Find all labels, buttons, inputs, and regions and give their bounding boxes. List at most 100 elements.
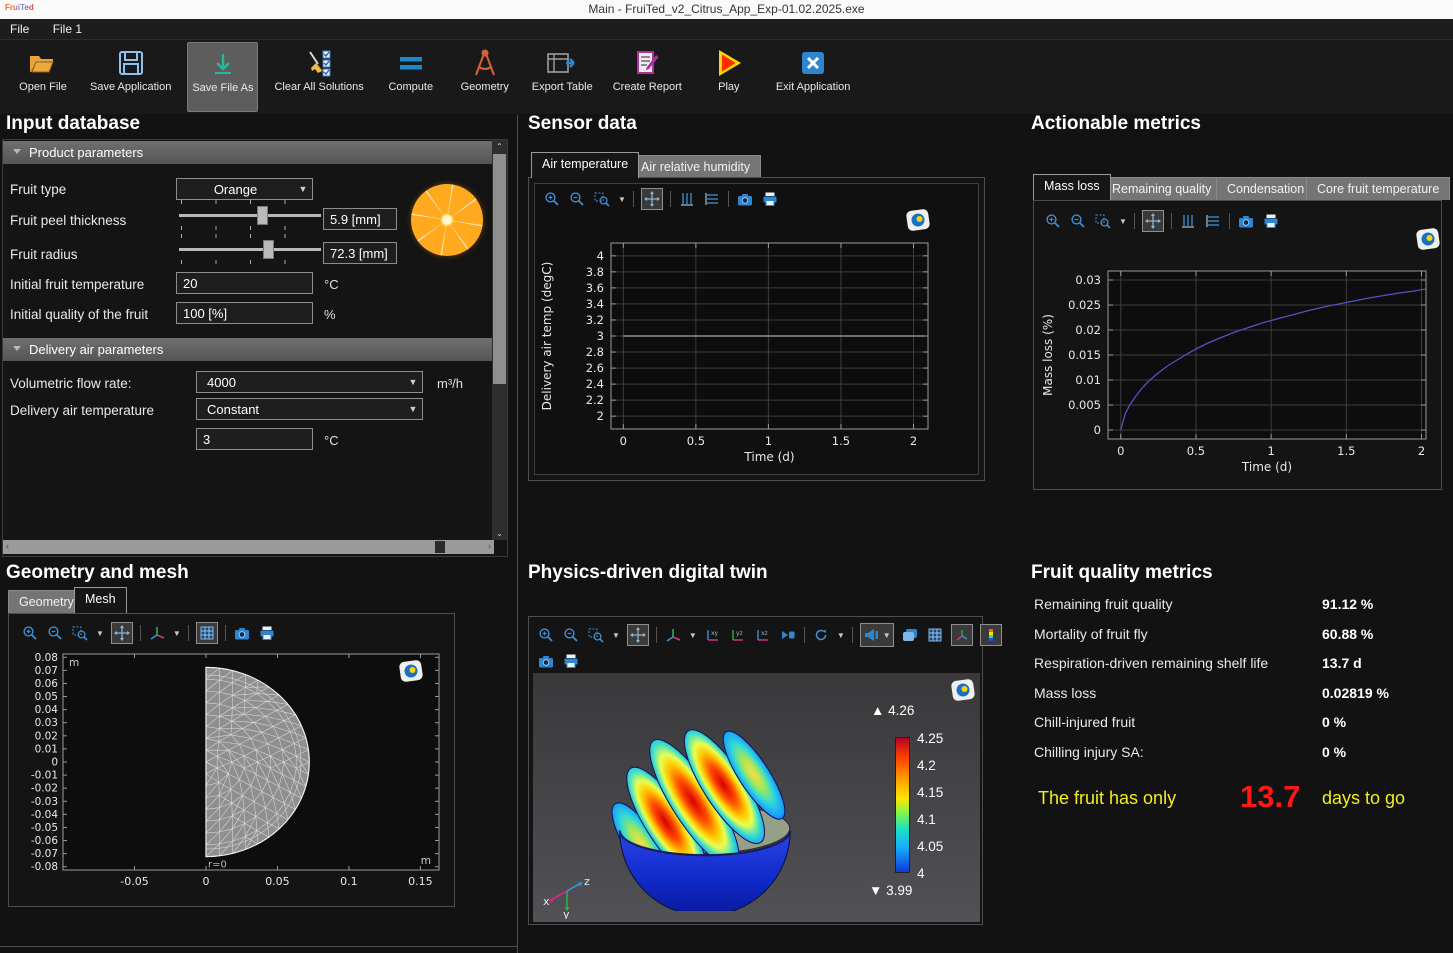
fruit-peel-thickness-slider[interactable]	[179, 200, 321, 230]
menu-file[interactable]: File	[0, 19, 39, 36]
scrollbar-thumb[interactable]	[435, 541, 445, 553]
printer-icon[interactable]	[1262, 212, 1280, 230]
camera-icon[interactable]	[1237, 212, 1255, 230]
perspective-icon[interactable]	[779, 626, 797, 644]
chevron-down-icon[interactable]: ▼	[173, 629, 181, 638]
tab-mesh[interactable]: Mesh	[74, 587, 127, 613]
zoom-box-icon[interactable]	[587, 626, 605, 644]
slider-thumb[interactable]	[257, 206, 268, 225]
alert-days-value: 13.7	[1240, 779, 1300, 815]
printer-icon[interactable]	[562, 652, 580, 670]
printer-icon[interactable]	[258, 624, 276, 642]
delivery-air-temp-value-input[interactable]	[196, 428, 313, 450]
vertical-scrollbar[interactable]: ⌃ ⌄	[492, 140, 507, 540]
svg-text:3.2: 3.2	[586, 313, 604, 327]
initial-fruit-temperature-input[interactable]	[176, 272, 313, 294]
zoom-extents-icon[interactable]	[627, 624, 649, 646]
scene-light-icon[interactable]	[901, 626, 919, 644]
camera-icon[interactable]	[736, 190, 754, 208]
twin-toolbar-row2	[537, 649, 580, 673]
chevron-down-icon[interactable]: ▼	[837, 631, 845, 640]
x-gridlines-icon[interactable]	[678, 190, 696, 208]
delivery-air-temperature-dropdown[interactable]: Constant ▼	[196, 398, 423, 420]
save-file-as-button[interactable]: Save File As	[187, 42, 258, 112]
section-delivery-air-parameters[interactable]: Delivery air parameters	[3, 338, 494, 361]
zoom-in-icon[interactable]	[537, 626, 555, 644]
svg-text:4: 4	[597, 249, 604, 263]
show-grid-icon[interactable]	[926, 626, 944, 644]
tab-core-fruit-temperature[interactable]: Core fruit temperature	[1306, 177, 1450, 200]
volumetric-flow-rate-value: 4000	[197, 375, 404, 390]
play-button[interactable]: Play	[698, 42, 760, 96]
chevron-down-icon[interactable]: ▼	[96, 629, 104, 638]
zoom-extents-icon[interactable]	[641, 188, 663, 210]
fruit-peel-thickness-value[interactable]: 5.9 [mm]	[323, 208, 397, 230]
zoom-box-icon[interactable]	[71, 624, 89, 642]
exit-application-button[interactable]: Exit Application	[772, 42, 855, 96]
tab-air-temperature[interactable]: Air temperature	[531, 152, 639, 178]
y-gridlines-icon[interactable]	[1204, 212, 1222, 230]
fruit-radius-slider[interactable]	[179, 234, 321, 264]
rotate-icon[interactable]	[812, 626, 830, 644]
horizontal-scrollbar[interactable]: ‹ ›	[3, 540, 494, 554]
printer-icon[interactable]	[761, 190, 779, 208]
section-product-parameters[interactable]: Product parameters	[3, 141, 494, 164]
actionable-metrics-panel: ▼ 00.511.5200.0050.010.0150.020.0250.03T…	[1033, 200, 1442, 490]
open-file-button[interactable]: Open File	[12, 42, 74, 96]
show-axes-icon[interactable]	[951, 624, 973, 646]
scroll-down-icon[interactable]: ⌄	[492, 529, 507, 538]
scroll-left-icon[interactable]: ‹	[6, 541, 9, 551]
tab-remaining-quality[interactable]: Remaining quality	[1101, 177, 1222, 200]
show-color-legend-icon[interactable]	[980, 624, 1002, 646]
fruit-type-dropdown[interactable]: Orange ▼	[176, 178, 313, 200]
x-gridlines-icon[interactable]	[1179, 212, 1197, 230]
chevron-down-icon[interactable]: ▼	[1119, 217, 1127, 226]
colorbar-tick: 4.1	[917, 812, 936, 827]
zoom-in-icon[interactable]	[21, 624, 39, 642]
initial-quality-input[interactable]	[176, 302, 313, 324]
camera-icon[interactable]	[233, 624, 251, 642]
clear-all-solutions-button[interactable]: Clear All Solutions	[270, 42, 367, 96]
tab-air-relative-humidity[interactable]: Air relative humidity	[630, 155, 761, 178]
axis-orientation-icon[interactable]	[148, 624, 166, 642]
chevron-down-icon[interactable]: ▼	[883, 631, 891, 640]
zoom-in-icon[interactable]	[543, 190, 561, 208]
tab-mass-loss[interactable]: Mass loss	[1033, 174, 1111, 200]
camera-icon[interactable]	[537, 652, 555, 670]
volumetric-flow-rate-dropdown[interactable]: 4000 ▼	[196, 371, 423, 393]
show-grid-icon[interactable]	[196, 622, 218, 644]
axis-orientation-icon[interactable]	[664, 626, 682, 644]
menu-file-1[interactable]: File 1	[43, 19, 92, 36]
view-xz-icon[interactable]: xz	[754, 626, 772, 644]
zoom-box-icon[interactable]	[1094, 212, 1112, 230]
view-yz-icon[interactable]: yz	[729, 626, 747, 644]
zoom-out-icon[interactable]	[1069, 212, 1087, 230]
zoom-extents-icon[interactable]	[111, 622, 133, 644]
zoom-out-icon[interactable]	[562, 626, 580, 644]
geometry-button[interactable]: Geometry	[454, 42, 516, 96]
scrollbar-thumb[interactable]	[493, 154, 506, 384]
create-report-button[interactable]: Create Report	[609, 42, 686, 96]
zoom-out-icon[interactable]	[46, 624, 64, 642]
go-to-default-view-icon[interactable]	[863, 626, 881, 644]
scroll-right-icon[interactable]: ›	[488, 541, 491, 551]
svg-text:-0.04: -0.04	[31, 809, 58, 821]
chevron-down-icon[interactable]: ▼	[689, 631, 697, 640]
zoom-extents-icon[interactable]	[1142, 210, 1164, 232]
slider-thumb[interactable]	[263, 240, 274, 259]
scroll-up-icon[interactable]: ⌃	[492, 142, 507, 151]
chevron-down-icon[interactable]: ▼	[612, 631, 620, 640]
save-application-button[interactable]: Save Application	[86, 42, 175, 96]
metric-value: 0 %	[1322, 714, 1346, 730]
chevron-down-icon[interactable]: ▼	[618, 195, 626, 204]
zoom-in-icon[interactable]	[1044, 212, 1062, 230]
zoom-box-icon[interactable]	[593, 190, 611, 208]
tab-condensation[interactable]: Condensation	[1216, 177, 1315, 200]
zoom-out-icon[interactable]	[568, 190, 586, 208]
y-gridlines-icon[interactable]	[703, 190, 721, 208]
export-table-button[interactable]: Export Table	[528, 42, 597, 96]
twin-3d-viewport[interactable]: ▲ 4.26 4.25 4.2 4.15 4.1 4.05 4 ▼ 3.99 x…	[533, 673, 980, 922]
view-xy-icon[interactable]: xy	[704, 626, 722, 644]
fruit-radius-value[interactable]: 72.3 [mm]	[323, 242, 397, 264]
compute-button[interactable]: Compute	[380, 42, 442, 96]
